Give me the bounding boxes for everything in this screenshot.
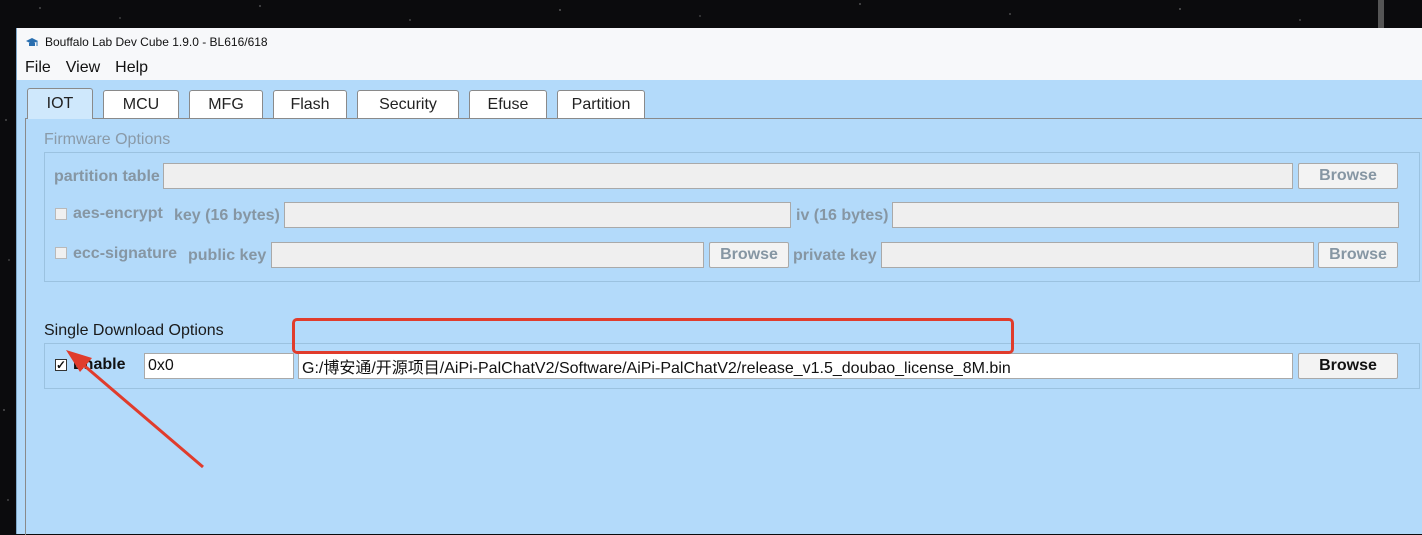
ecc-signature-label: ecc-signature [73,245,178,262]
public-key-label: public key [188,247,267,264]
tab-mcu[interactable]: MCU [103,90,179,118]
address-input[interactable] [144,353,294,379]
enable-checkbox[interactable]: ✓ [55,359,67,371]
ecc-signature-checkbox[interactable] [55,247,67,259]
key-label: key (16 bytes) [174,207,280,224]
firmware-options-title: Firmware Options [44,131,171,148]
menu-view[interactable]: View [58,59,105,77]
private-key-input[interactable] [881,242,1314,268]
partition-table-input[interactable] [163,163,1293,189]
public-key-browse-button[interactable]: Browse [709,242,789,268]
app-window: Bouffalo Lab Dev Cube 1.9.0 - BL616/618 … [16,28,1422,535]
file-path-input[interactable] [298,353,1293,379]
private-key-label: private key [793,247,877,264]
tab-security[interactable]: Security [357,90,459,118]
single-download-title: Single Download Options [44,322,224,339]
single-download-group: ✓ Enable Browse [44,343,1420,389]
partition-table-label: partition table [54,168,160,185]
enable-label: Enable [73,356,126,373]
key-input[interactable] [284,202,791,228]
tab-iot[interactable]: IOT [27,88,93,119]
firmware-options-group: partition table Browse aes-encrypt key (… [44,152,1420,282]
menu-bar: File View Help [17,56,1422,80]
tab-efuse[interactable]: Efuse [469,90,547,118]
menu-file[interactable]: File [17,59,56,77]
iv-input[interactable] [892,202,1399,228]
tab-strip: IOT MCU MFG Flash Security Efuse Partiti… [17,88,1422,119]
partition-table-browse-button[interactable]: Browse [1298,163,1398,189]
tab-partition[interactable]: Partition [557,90,645,118]
window-title: Bouffalo Lab Dev Cube 1.9.0 - BL616/618 [45,35,268,49]
file-browse-button[interactable]: Browse [1298,353,1398,379]
title-bar: Bouffalo Lab Dev Cube 1.9.0 - BL616/618 [17,28,1422,56]
tab-flash[interactable]: Flash [273,90,347,118]
iv-label: iv (16 bytes) [796,207,889,224]
aes-encrypt-label: aes-encrypt [73,205,163,222]
tab-mfg[interactable]: MFG [189,90,263,118]
menu-help[interactable]: Help [107,59,153,77]
aes-encrypt-checkbox[interactable] [55,208,67,220]
private-key-browse-button[interactable]: Browse [1318,242,1398,268]
public-key-input[interactable] [271,242,704,268]
tab-content-iot: Firmware Options partition table Browse … [25,118,1422,535]
app-icon [26,38,38,46]
desktop-edge [1378,0,1384,28]
